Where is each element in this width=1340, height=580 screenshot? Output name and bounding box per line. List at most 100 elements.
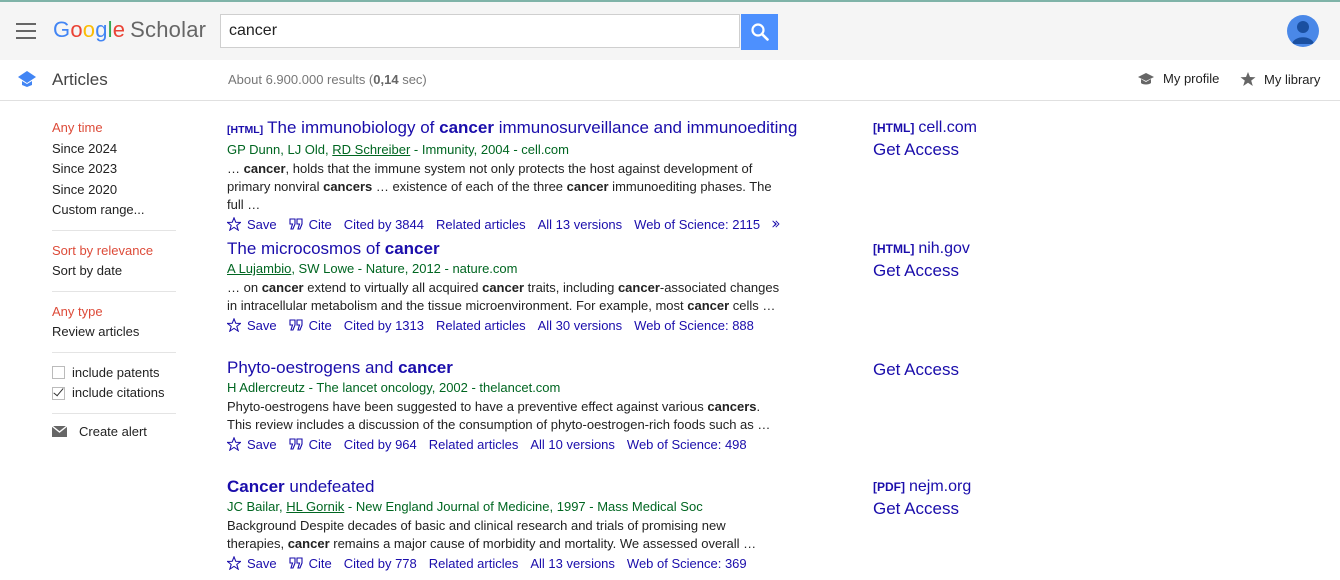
result-actions: Save Cite Cited by 3844 Related articles…	[227, 215, 787, 233]
result-side-links: Get Access	[873, 358, 959, 381]
star-icon	[1240, 72, 1256, 86]
quote-icon	[289, 218, 303, 230]
related-articles-link[interactable]: Related articles	[429, 556, 519, 571]
search-result: Cancer undefeated JC Bailar, HL Gornik -…	[227, 477, 787, 572]
more-chevrons-icon[interactable]	[772, 218, 781, 230]
author-link[interactable]: RD Schreiber	[332, 142, 410, 157]
full-text-link[interactable]: [PDF] nejm.org	[873, 477, 971, 497]
result-authors: H Adlercreutz - The lancet oncology, 200…	[227, 380, 561, 395]
star-outline-icon	[227, 318, 241, 332]
cited-by-link[interactable]: Cited by 1313	[344, 318, 424, 333]
my-profile-link[interactable]: My profile	[1137, 71, 1219, 86]
filter-since-2023[interactable]: Since 2023	[52, 159, 176, 180]
sort-by-date[interactable]: Sort by date	[52, 261, 176, 282]
include-citations-checkbox[interactable]	[52, 386, 65, 400]
quote-icon	[289, 557, 303, 569]
filter-custom-range[interactable]: Custom range...	[52, 200, 176, 221]
cite-button[interactable]: Cite	[289, 318, 332, 333]
create-alert-link[interactable]: Create alert	[52, 424, 176, 439]
cite-button[interactable]: Cite	[289, 437, 332, 452]
articles-icon	[18, 71, 36, 87]
save-button[interactable]: Save	[227, 437, 277, 452]
star-outline-icon	[227, 217, 241, 231]
result-authors: GP Dunn, LJ Old, RD Schreiber - Immunity…	[227, 142, 569, 157]
search-result: The microcosmos of cancer A Lujambio, SW…	[227, 239, 787, 334]
save-button[interactable]: Save	[227, 318, 277, 333]
result-title[interactable]: [HTML] The immunobiology of cancer immuno…	[227, 118, 797, 140]
author-link[interactable]: A Lujambio	[227, 261, 291, 276]
result-side-links: [PDF] nejm.org Get Access	[873, 477, 971, 520]
include-citations-option[interactable]: include citations	[52, 383, 176, 404]
search-input[interactable]	[220, 14, 740, 48]
sort-by-relevance[interactable]: Sort by relevance	[52, 241, 176, 262]
result-side-links: [HTML] cell.com Get Access	[873, 118, 977, 161]
cited-by-link[interactable]: Cited by 964	[344, 437, 417, 452]
star-outline-icon	[227, 556, 241, 570]
include-options-group: include patents include citations	[52, 363, 176, 414]
sub-toolbar: Articles About 6.900.000 results (0,14 s…	[0, 60, 1340, 101]
quote-icon	[289, 438, 303, 450]
account-avatar[interactable]	[1287, 15, 1319, 47]
web-of-science-link[interactable]: Web of Science: 369	[627, 556, 747, 571]
sort-group: Sort by relevance Sort by date	[52, 241, 176, 292]
cite-button[interactable]: Cite	[289, 556, 332, 571]
type-filter-group: Any type Review articles	[52, 302, 176, 353]
get-access-link[interactable]: Get Access	[873, 260, 970, 282]
get-access-link[interactable]: Get Access	[873, 498, 971, 520]
filter-any-type[interactable]: Any type	[52, 302, 176, 323]
author-link[interactable]: HL Gornik	[286, 499, 344, 514]
result-snippet: … on cancer extend to virtually all acqu…	[227, 280, 780, 313]
web-of-science-link[interactable]: Web of Science: 498	[627, 437, 747, 452]
search-result: [HTML] The immunobiology of cancer immuno…	[227, 118, 797, 233]
cited-by-link[interactable]: Cited by 3844	[344, 217, 424, 232]
related-articles-link[interactable]: Related articles	[436, 217, 526, 232]
person-icon	[1292, 21, 1314, 44]
cite-button[interactable]: Cite	[289, 217, 332, 232]
header: Google Scholar	[0, 2, 1340, 60]
get-access-link[interactable]: Get Access	[873, 359, 959, 381]
full-text-link[interactable]: [HTML] nih.gov	[873, 239, 970, 259]
section-title: Articles	[52, 70, 108, 89]
related-articles-link[interactable]: Related articles	[436, 318, 526, 333]
result-title[interactable]: Phyto-oestrogens and cancer	[227, 358, 787, 378]
envelope-icon	[52, 425, 67, 437]
web-of-science-link[interactable]: Web of Science: 2115	[634, 217, 760, 232]
filter-any-time[interactable]: Any time	[52, 118, 176, 139]
result-title[interactable]: The microcosmos of cancer	[227, 239, 787, 259]
cited-by-link[interactable]: Cited by 778	[344, 556, 417, 571]
result-side-links: [HTML] nih.gov Get Access	[873, 239, 970, 282]
result-authors: A Lujambio, SW Lowe - Nature, 2012 - nat…	[227, 261, 518, 276]
search-button[interactable]	[741, 14, 778, 50]
include-patents-checkbox[interactable]	[52, 366, 65, 380]
full-text-link[interactable]: [HTML] cell.com	[873, 118, 977, 138]
quote-icon	[289, 319, 303, 331]
result-snippet: Background Despite decades of basic and …	[227, 518, 757, 551]
filter-since-2024[interactable]: Since 2024	[52, 139, 176, 160]
google-scholar-logo[interactable]: Google Scholar	[53, 17, 206, 43]
result-actions: Save Cite Cited by 778 Related articles …	[227, 554, 787, 572]
filter-since-2020[interactable]: Since 2020	[52, 180, 176, 201]
include-patents-option[interactable]: include patents	[52, 363, 176, 384]
menu-icon[interactable]	[16, 23, 36, 39]
result-snippet: … cancer, holds that the immune system n…	[227, 161, 772, 212]
all-versions-link[interactable]: All 13 versions	[538, 217, 623, 232]
search-icon	[751, 23, 769, 41]
get-access-link[interactable]: Get Access	[873, 139, 977, 161]
all-versions-link[interactable]: All 10 versions	[530, 437, 615, 452]
search-result: Phyto-oestrogens and cancer H Adlercreut…	[227, 358, 787, 453]
result-actions: Save Cite Cited by 964 Related articles …	[227, 435, 787, 453]
all-versions-link[interactable]: All 30 versions	[538, 318, 623, 333]
save-button[interactable]: Save	[227, 556, 277, 571]
all-versions-link[interactable]: All 13 versions	[530, 556, 615, 571]
save-button[interactable]: Save	[227, 217, 277, 232]
filter-review-articles[interactable]: Review articles	[52, 322, 176, 343]
star-outline-icon	[227, 437, 241, 451]
web-of-science-link[interactable]: Web of Science: 888	[634, 318, 754, 333]
filter-sidebar: Any time Since 2024 Since 2023 Since 202…	[52, 118, 176, 439]
my-library-link[interactable]: My library	[1240, 71, 1320, 87]
result-snippet: Phyto-oestrogens have been suggested to …	[227, 399, 771, 432]
related-articles-link[interactable]: Related articles	[429, 437, 519, 452]
results-count: About 6.900.000 results (0,14 sec)	[228, 72, 427, 87]
result-actions: Save Cite Cited by 1313 Related articles…	[227, 316, 787, 334]
result-title[interactable]: Cancer undefeated	[227, 477, 787, 497]
